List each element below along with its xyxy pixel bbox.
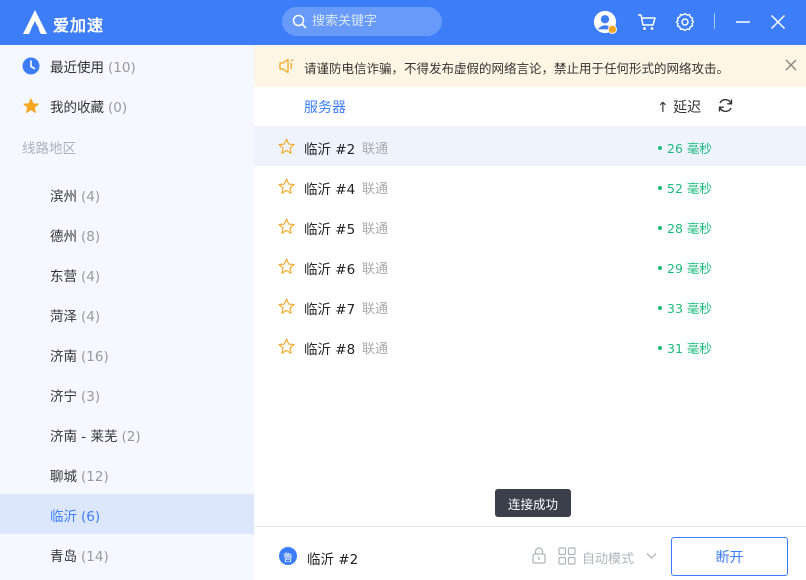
sidebar-item-favorites[interactable]: 我的收藏 (0) [0, 86, 254, 126]
sidebar-region-item[interactable]: 东营 (4) [0, 254, 254, 294]
mode-grid-icon [558, 547, 576, 565]
settings-button[interactable] [673, 10, 697, 34]
server-name: 临沂 #2 [304, 142, 356, 158]
server-isp: 联通 [362, 302, 389, 317]
server-latency: 29 毫秒 [658, 258, 712, 277]
server-isp: 联通 [362, 222, 389, 237]
server-latency: 52 毫秒 [658, 178, 712, 197]
server-name: 临沂 #7 [304, 302, 356, 318]
sidebar-region-item[interactable]: 聊城 (12) [0, 454, 254, 494]
sidebar-region-item[interactable]: 菏泽 (4) [0, 294, 254, 334]
server-latency: 28 毫秒 [658, 218, 712, 237]
connection-toast: 连接成功 [495, 489, 571, 517]
region-badge: 鲁 [279, 547, 297, 565]
mode-select[interactable]: 自动模式 [582, 548, 634, 567]
notice-banner: 请谨防电信诈骗，不得发布虚假的网络言论，禁止用于任何形式的网络攻击。 [254, 45, 806, 87]
search-icon [292, 14, 307, 29]
column-header-server[interactable]: 服务器 [304, 97, 346, 117]
sidebar-region-item[interactable]: 青岛 (14) [0, 534, 254, 574]
server-isp: 联通 [362, 262, 389, 277]
server-row[interactable]: 临沂 #6 联通 29 毫秒 [254, 246, 806, 286]
sidebar-item-label: 我的收藏 (0) [50, 100, 128, 116]
section-title: 线路地区 [22, 141, 76, 157]
refresh-icon[interactable] [717, 97, 734, 114]
server-name: 临沂 #6 [304, 262, 356, 278]
server-row-active[interactable]: 临沂 #2 联通 26 毫秒 [254, 126, 806, 166]
sidebar-region-item[interactable]: 滨州 (4) [0, 174, 254, 214]
current-server-name: 临沂 #2 [307, 552, 359, 568]
speaker-icon [279, 58, 294, 74]
star-outline-icon[interactable] [278, 338, 295, 355]
server-latency: 33 毫秒 [658, 298, 712, 317]
disconnect-button[interactable]: 断开 [671, 537, 788, 576]
star-outline-icon[interactable] [278, 298, 295, 315]
server-row[interactable]: 临沂 #4 联通 52 毫秒 [254, 166, 806, 206]
header-divider [714, 13, 715, 29]
user-avatar-button[interactable] [593, 10, 617, 34]
server-latency: 31 毫秒 [658, 338, 712, 357]
minimize-button[interactable] [731, 10, 755, 34]
sidebar-region-item[interactable]: 济南 - 莱芜 (2) [0, 414, 254, 454]
minimize-icon [736, 21, 750, 23]
sidebar-region-item[interactable]: 济南 (16) [0, 334, 254, 374]
server-row[interactable]: 临沂 #7 联通 33 毫秒 [254, 286, 806, 326]
app-logo-icon [23, 10, 47, 34]
cart-icon [638, 14, 656, 30]
user-avatar-icon [593, 10, 617, 34]
server-name: 临沂 #4 [304, 182, 356, 198]
server-isp: 联通 [362, 342, 389, 357]
sidebar-region-item-active[interactable]: 临沂 (6) [0, 494, 254, 534]
sidebar-item-label: 最近使用 (10) [50, 60, 136, 76]
cart-button[interactable] [635, 10, 659, 34]
sidebar-region-item[interactable]: 济宁 (3) [0, 374, 254, 414]
server-row[interactable]: 临沂 #5 联通 28 毫秒 [254, 206, 806, 246]
search-box[interactable] [282, 7, 442, 36]
chevron-down-icon [646, 553, 657, 559]
close-window-button[interactable] [766, 10, 790, 34]
search-input[interactable] [312, 11, 434, 32]
connection-bar: 鲁 临沂 #2 自动模式 断开 [254, 526, 806, 580]
notice-text: 请谨防电信诈骗，不得发布虚假的网络言论，禁止用于任何形式的网络攻击。 [304, 61, 730, 76]
sidebar-item-recent[interactable]: 最近使用 (10) [0, 46, 254, 86]
star-outline-icon[interactable] [278, 258, 295, 275]
star-outline-icon[interactable] [278, 218, 295, 235]
column-header-latency[interactable]: ↑ 延迟 [657, 97, 701, 117]
app-name: 爱加速 [53, 16, 105, 35]
clock-icon [22, 57, 40, 75]
gear-icon [675, 12, 695, 32]
notice-close-icon[interactable] [784, 58, 798, 72]
server-latency: 26 毫秒 [658, 138, 712, 157]
sidebar: 最近使用 (10) 我的收藏 (0) 线路地区 滨州 (4) 德州 (8) 东营 (4) … [0, 45, 254, 580]
server-isp: 联通 [362, 182, 389, 197]
lock-icon[interactable] [530, 546, 548, 564]
server-name: 临沂 #5 [304, 222, 356, 238]
server-isp: 联通 [362, 142, 389, 157]
star-filled-icon [22, 97, 40, 114]
server-row[interactable]: 临沂 #8 联通 31 毫秒 [254, 326, 806, 366]
server-name: 临沂 #8 [304, 342, 356, 358]
title-bar: 爱加速 [0, 0, 806, 45]
close-icon [770, 14, 786, 30]
star-outline-icon[interactable] [278, 138, 295, 155]
sidebar-region-item[interactable]: 德州 (8) [0, 214, 254, 254]
star-outline-icon[interactable] [278, 178, 295, 195]
